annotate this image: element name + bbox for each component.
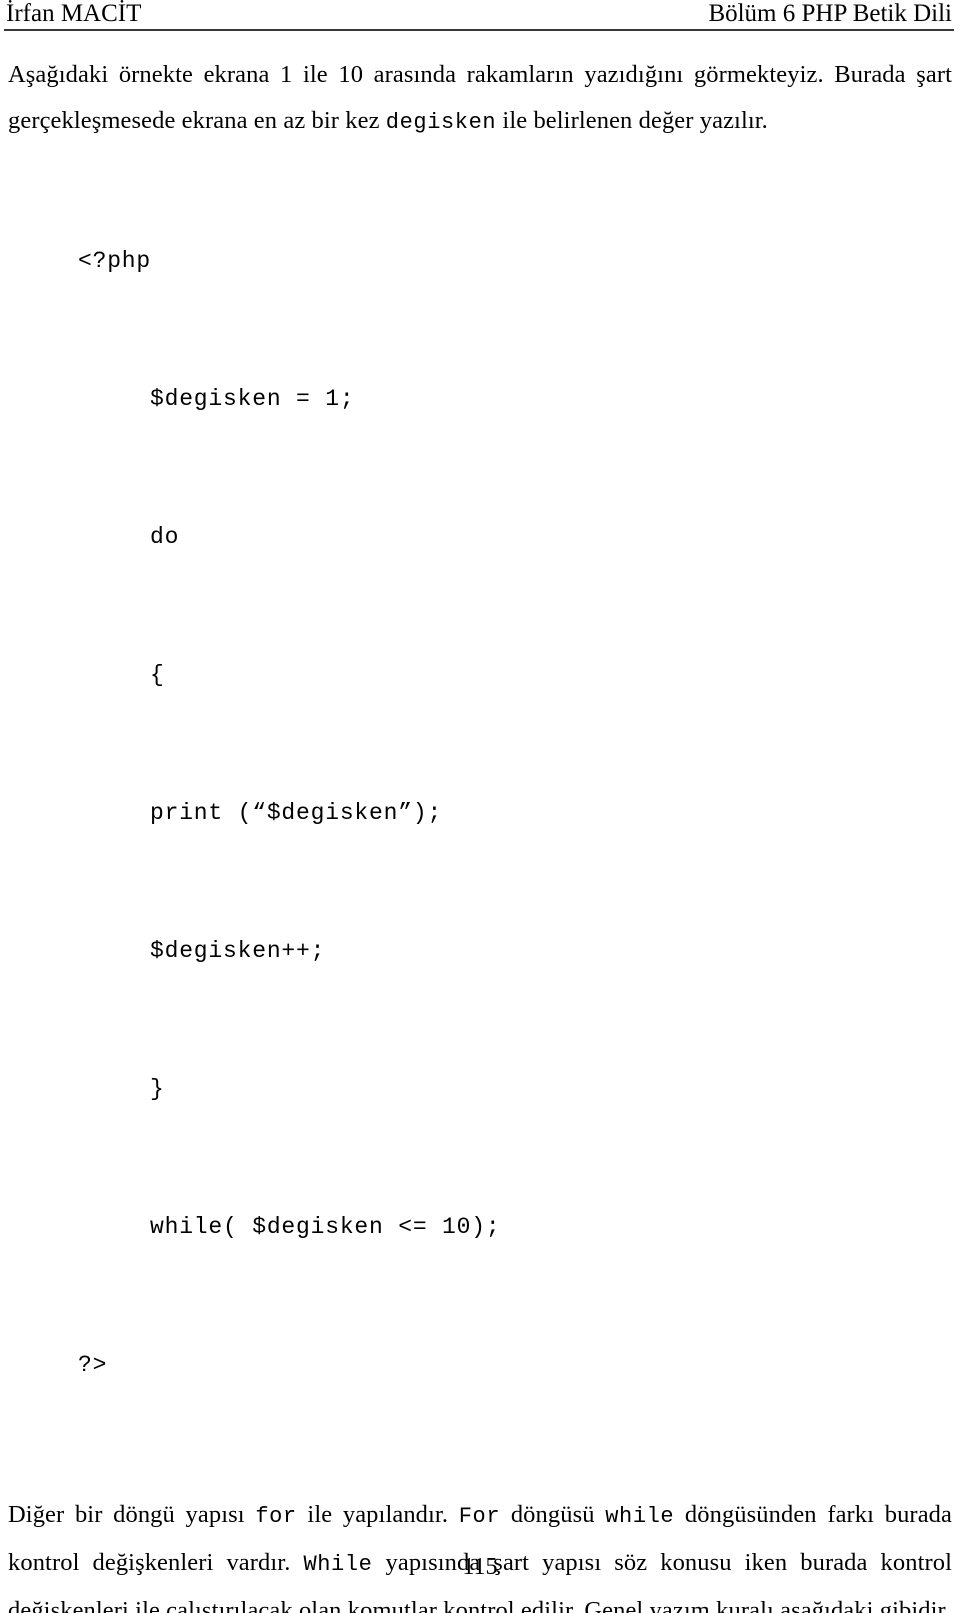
page-footer: 115 [0, 1552, 960, 1582]
code-line-close-brace: } [150, 1076, 165, 1102]
inline-code-for: for [255, 1504, 297, 1529]
inline-code-for-capital: For [458, 1504, 501, 1529]
code-line-do-keyword: do [150, 524, 180, 550]
code-line-print-statement: print (“$degisken”); [150, 800, 443, 826]
inline-code-while: while [605, 1504, 675, 1529]
paragraph-intro-do-while: Aşağıdaki örnekte ekrana 1 ile 10 arasın… [8, 52, 952, 146]
spacer-after-code-block-1 [8, 1480, 952, 1492]
paragraph-for-text-part-3: döngüsü [500, 1501, 606, 1528]
header-author: İrfan MACİT [6, 0, 142, 27]
code-block-do-while: <?php $degisken = 1; do { print (“$degis… [8, 146, 952, 1480]
header-chapter-title: Bölüm 6 PHP Betik Dili [708, 0, 952, 27]
paragraph-intro-text-part-2: ile belirlenen değer yazılır. [496, 107, 768, 134]
code-line-assign-degisken: $degisken = 1; [150, 386, 355, 412]
code-line-open-brace: { [150, 662, 165, 688]
paragraph-for-text-part-2: ile yapılandır. [296, 1501, 459, 1528]
page-number: 115 [462, 1554, 498, 1580]
code-line-increment: $degisken++; [150, 938, 326, 964]
code-line-php-open: <?php [78, 248, 152, 274]
code-line-php-close: ?> [78, 1352, 108, 1378]
header-divider-rule [4, 29, 954, 31]
paragraph-for-text-part-1: Diğer bir döngü yapısı [8, 1501, 256, 1528]
code-line-while-condition: while( $degisken <= 10); [150, 1214, 501, 1240]
page-header: İrfan MACİT Bölüm 6 PHP Betik Dili [6, 0, 952, 30]
page-content: Aşağıdaki örnekte ekrana 1 ile 10 arasın… [8, 52, 952, 1613]
document-page: İrfan MACİT Bölüm 6 PHP Betik Dili Aşağı… [0, 0, 960, 1613]
inline-code-degisken: degisken [385, 110, 497, 135]
